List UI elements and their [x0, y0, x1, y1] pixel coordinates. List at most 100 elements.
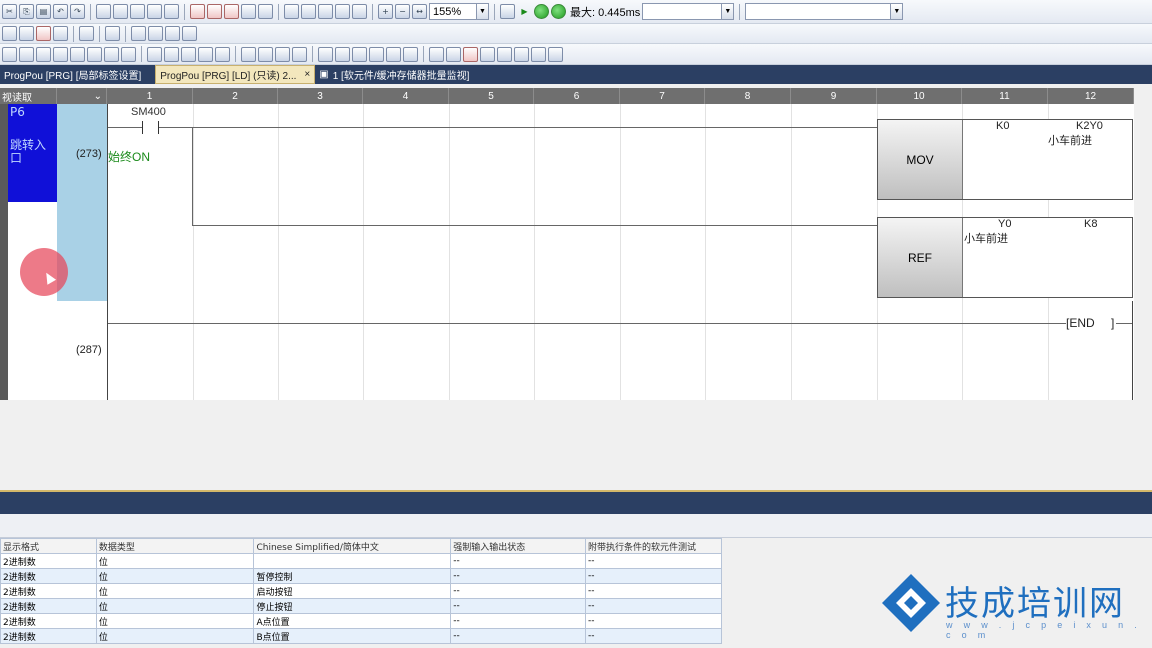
fit-zoom-icon[interactable]: ↔ [412, 4, 427, 19]
pointer-name: P6 [10, 105, 25, 119]
column-header[interactable]: 附带执行条件的软元件测试 [585, 538, 722, 554]
coil-icon[interactable] [147, 46, 162, 62]
contact-no-icon[interactable] [2, 46, 17, 62]
read-plc-icon[interactable] [96, 4, 111, 19]
instruction-icon[interactable] [164, 46, 179, 62]
read-mode-icon[interactable] [429, 46, 444, 62]
find-icon[interactable] [284, 4, 299, 19]
run-icon[interactable]: ▶ [517, 4, 532, 19]
contact-parallel-nc-icon[interactable] [53, 46, 68, 62]
memory-icon[interactable] [164, 4, 179, 19]
mov-instruction[interactable]: MOV K0 K2Y0 小车前进 [877, 119, 1133, 200]
pointer-label[interactable]: P6 跳转入口 [8, 104, 57, 202]
note-icon[interactable] [352, 46, 367, 62]
col-header: 2 [193, 88, 278, 104]
device-comment-icon[interactable] [369, 46, 384, 62]
window-grid-icon[interactable] [165, 26, 180, 41]
zoom-in-icon[interactable]: + [378, 4, 393, 19]
edit-mode-icon[interactable] [19, 26, 34, 41]
close-icon[interactable]: × [304, 69, 310, 80]
project-icon[interactable] [2, 26, 17, 41]
column-header[interactable]: 显示格式 [0, 538, 97, 554]
sfc-icon[interactable] [548, 46, 563, 62]
paste-icon[interactable]: ▤ [36, 4, 51, 19]
undo-icon[interactable]: ↶ [53, 4, 68, 19]
table-row[interactable]: 2进制数位 -- -- [0, 553, 722, 569]
monitor-write-mode-icon[interactable] [480, 46, 495, 62]
window-list-icon[interactable] [148, 26, 163, 41]
copy-icon[interactable]: ⎘ [19, 4, 34, 19]
step-header[interactable]: ⌄ [57, 88, 107, 104]
inline-st-icon[interactable] [403, 46, 418, 62]
convert-icon[interactable] [36, 26, 51, 41]
falling-parallel-icon[interactable] [121, 46, 136, 62]
zoom-block-icon[interactable] [531, 46, 546, 62]
end-instruction[interactable]: [END [1066, 316, 1095, 330]
hline-icon[interactable] [181, 46, 196, 62]
window-column-icon[interactable] [182, 26, 197, 41]
window-split-icon[interactable] [131, 26, 146, 41]
contact-nc-icon[interactable] [19, 46, 34, 62]
table-row[interactable]: 2进制数位停止按钮 -- -- [0, 598, 722, 614]
replace-icon[interactable] [301, 4, 316, 19]
zoom-select[interactable]: 155% ▼ [429, 3, 489, 20]
device-display-icon[interactable] [497, 46, 512, 62]
chevron-down-icon[interactable]: ▼ [476, 4, 488, 19]
monitor-stop-icon[interactable] [207, 4, 222, 19]
erase-line-icon[interactable] [292, 46, 307, 62]
tab-local-labels[interactable]: ProgPou [PRG] [局部标签设置] [0, 65, 145, 84]
column-header[interactable]: 数据类型 [95, 538, 255, 554]
device-list-icon[interactable] [335, 4, 350, 19]
table-row[interactable]: 2进制数位 A点位置 -- -- [0, 613, 722, 629]
rising-parallel-icon[interactable] [104, 46, 119, 62]
redo-icon[interactable]: ↷ [70, 4, 85, 19]
vline-icon[interactable] [198, 46, 213, 62]
table-row[interactable]: 2进制数位启动按钮 -- -- [0, 583, 722, 599]
monitor-mode-icon[interactable] [463, 46, 478, 62]
check-ok-icon-2[interactable] [551, 4, 566, 19]
simulation-icon[interactable] [241, 4, 256, 19]
verify-plc-icon[interactable] [130, 4, 145, 19]
cut-icon[interactable]: ✂ [2, 4, 17, 19]
watermark-title: 技成培训网 [945, 584, 1125, 624]
chevron-down-icon[interactable]: ⌄ [94, 91, 102, 102]
invert-icon[interactable] [241, 46, 256, 62]
ref-instruction[interactable]: REF Y0 小车前进 K8 [877, 217, 1133, 298]
contact-parallel-icon[interactable] [36, 46, 51, 62]
write-plc-icon[interactable] [113, 4, 128, 19]
remote-op-icon[interactable] [147, 4, 162, 19]
check-ok-icon[interactable] [534, 4, 549, 19]
draw-line-icon[interactable] [275, 46, 290, 62]
scan-time-select[interactable]: ▼ [642, 3, 735, 20]
statement-icon[interactable] [335, 46, 350, 62]
compile-icon[interactable] [53, 26, 68, 41]
table-row[interactable]: 2进制数位暂停控制 -- -- [0, 568, 722, 584]
label-icon[interactable] [386, 46, 401, 62]
chevron-down-icon[interactable]: ▼ [721, 4, 734, 19]
table-row[interactable]: 2进制数位 B点位置 -- -- [0, 628, 722, 644]
zoom-out-icon[interactable]: − [395, 4, 410, 19]
cross-ref-icon[interactable] [318, 4, 333, 19]
column-header[interactable]: 强制输入输出状态 [450, 538, 587, 554]
contact-device[interactable]: SM400 [131, 106, 166, 118]
display-mode-icon[interactable] [105, 26, 120, 41]
print-icon[interactable] [352, 4, 367, 19]
device-test-icon[interactable] [258, 4, 273, 19]
write-mode-icon[interactable] [446, 46, 461, 62]
tab-device-monitor[interactable]: ▣ 1 [软元件/缓冲存储器批量监视] [315, 65, 473, 84]
comment-icon[interactable] [318, 46, 333, 62]
rising-edge-icon[interactable] [70, 46, 85, 62]
monitor-write-icon[interactable] [224, 4, 239, 19]
pulse-icon[interactable] [258, 46, 273, 62]
scan-time-icon[interactable] [500, 4, 515, 19]
online-edit-icon[interactable] [79, 26, 94, 41]
delete-line-icon[interactable] [215, 46, 230, 62]
generic-combo[interactable]: ▼ [745, 3, 904, 20]
chevron-down-icon[interactable]: ▼ [890, 4, 903, 19]
column-header[interactable]: Chinese Simplified/简体中文 [253, 538, 452, 554]
tab-ladder[interactable]: ProgPou [PRG] [LD] (只读) 2... × [155, 65, 316, 84]
label-display-icon[interactable] [514, 46, 529, 62]
ladder-editor[interactable]: 视读取 ⌄ 1 2 3 4 5 6 7 8 9 10 11 12 P6 跳转入口… [0, 88, 1134, 400]
monitor-start-icon[interactable] [190, 4, 205, 19]
falling-edge-icon[interactable] [87, 46, 102, 62]
